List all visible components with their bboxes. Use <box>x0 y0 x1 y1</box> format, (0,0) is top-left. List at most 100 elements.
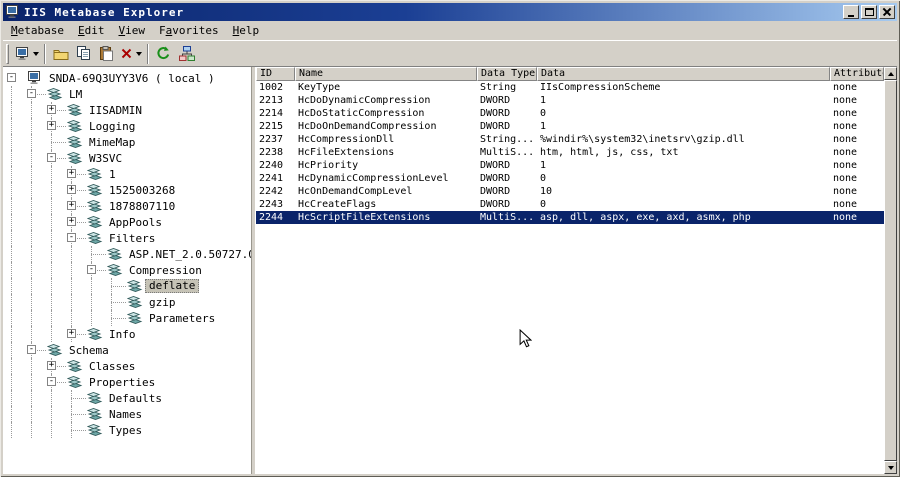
menu-item-metabase[interactable]: Metabase <box>4 22 71 39</box>
scrollbar-thumb[interactable] <box>884 80 897 461</box>
tree-item-asp-net-2-0-50727-0[interactable]: ASP.NET_2.0.50727.0 <box>3 246 251 262</box>
tree-item-1878807110[interactable]: +1878807110 <box>3 198 251 214</box>
tree-item-parameters[interactable]: Parameters <box>3 310 251 326</box>
tree-item-w3svc[interactable]: - W3SVC <box>3 150 251 166</box>
tree-guide-line <box>27 166 47 182</box>
tree-guide-line <box>47 406 67 422</box>
minus-expander-icon[interactable]: - <box>7 73 16 82</box>
plus-expander-icon[interactable]: + <box>67 185 76 194</box>
tree-item-1[interactable]: +1 <box>3 166 251 182</box>
cell-data-type: MultiS... <box>480 147 535 158</box>
cell-name: HcPriority <box>298 160 359 171</box>
tree-item-compression[interactable]: - Compression <box>3 262 251 278</box>
plus-expander-icon[interactable]: + <box>67 169 76 178</box>
titlebar[interactable]: IIS Metabase Explorer <box>3 3 897 21</box>
tree-item-defaults[interactable]: Defaults <box>3 390 251 406</box>
toolbar-gripper[interactable] <box>6 43 9 64</box>
minus-expander-icon[interactable]: - <box>47 153 56 162</box>
column-header-data[interactable]: Data <box>537 67 830 81</box>
minus-expander-icon[interactable]: - <box>47 377 56 386</box>
menu-item-help[interactable]: Help <box>226 22 267 39</box>
tree-item-apppools[interactable]: + AppPools <box>3 214 251 230</box>
tree-item-label: Logging <box>89 120 136 133</box>
delete-button[interactable] <box>118 43 144 65</box>
minus-expander-icon[interactable]: - <box>27 345 36 354</box>
tree-item-label: LM <box>69 88 83 101</box>
refresh-button[interactable] <box>152 43 175 65</box>
table-row[interactable]: 2243 HcCreateFlags DWORD 0 none <box>256 198 884 211</box>
table-row[interactable]: 2241 HcDynamicCompressionLevel DWORD 0 none <box>256 172 884 185</box>
paste-button[interactable] <box>95 43 118 65</box>
tree-item-names[interactable]: Names <box>3 406 251 422</box>
plus-expander-icon[interactable]: + <box>47 361 56 370</box>
table-row[interactable]: 1002 KeyType String IIsCompressionScheme non… <box>256 81 884 94</box>
menu-item-favorites[interactable]: Favorites <box>152 22 226 39</box>
menu-item-edit[interactable]: Edit <box>71 22 112 39</box>
table-row[interactable]: 2213 HcDoDynamicCompression DWORD 1 none <box>256 94 884 107</box>
tree-item-logging[interactable]: + Logging <box>3 118 251 134</box>
vertical-scrollbar[interactable] <box>884 67 897 474</box>
tree-guide-line <box>27 182 47 198</box>
connect-button[interactable] <box>13 43 41 65</box>
tree-connector: - <box>27 86 47 102</box>
cell-name: HcDoDynamicCompression <box>298 95 431 106</box>
tree-connector <box>47 134 67 150</box>
tree-item-schema[interactable]: - Schema <box>3 342 251 358</box>
tree-connector: - <box>47 374 67 390</box>
cell-id: 1002 <box>259 82 284 93</box>
column-header-id[interactable]: ID <box>256 67 295 81</box>
tree-item-gzip[interactable]: gzip <box>3 294 251 310</box>
tree-item-1525003268[interactable]: +1525003268 <box>3 182 251 198</box>
maximize-button[interactable] <box>861 5 877 19</box>
column-header-data-type[interactable]: Data Type <box>477 67 537 81</box>
table-row[interactable]: 2238 HcFileExtensions MultiS... htm, html, … <box>256 146 884 159</box>
cell-id: 2243 <box>259 199 284 210</box>
copy-button[interactable] <box>72 43 95 65</box>
new-key-button[interactable] <box>49 43 72 65</box>
tree-item-label: MimeMap <box>89 136 136 149</box>
tree-item-snda-69q3uyy3v6-local[interactable]: - SNDA-69Q3UYY3V6 ( local ) <box>3 70 251 86</box>
minus-expander-icon[interactable]: - <box>87 265 96 274</box>
dropdown-arrow-icon <box>33 51 39 56</box>
maximize-icon <box>864 8 874 16</box>
cell-attributes: none <box>833 82 858 93</box>
minus-expander-icon[interactable]: - <box>67 233 76 242</box>
connections-button[interactable] <box>175 43 198 65</box>
tree-guide-line <box>27 390 47 406</box>
tree-guide-line <box>27 374 47 390</box>
close-button[interactable] <box>879 5 895 19</box>
plus-expander-icon[interactable]: + <box>47 121 56 130</box>
plus-expander-icon[interactable]: + <box>67 201 76 210</box>
computer-icon <box>27 71 45 85</box>
column-header-attributes[interactable]: Attributes <box>830 67 884 81</box>
minus-expander-icon[interactable]: - <box>27 89 36 98</box>
tree-item-lm[interactable]: - LM <box>3 86 251 102</box>
tree-item-mimemap[interactable]: MimeMap <box>3 134 251 150</box>
tree-item-properties[interactable]: - Properties <box>3 374 251 390</box>
plus-expander-icon[interactable]: + <box>47 105 56 114</box>
table-row[interactable]: 2240 HcPriority DWORD 1 none <box>256 159 884 172</box>
main-area: - SNDA-69Q3UYY3V6 ( local ) - LM + IISADMIN + L… <box>3 66 897 474</box>
plus-expander-icon[interactable]: + <box>67 217 76 226</box>
table-row[interactable]: 2242 HcOnDemandCompLevel DWORD 10 none <box>256 185 884 198</box>
tree-item-classes[interactable]: + Classes <box>3 358 251 374</box>
tree-guide-line <box>7 326 27 342</box>
tree-item-info[interactable]: + Info <box>3 326 251 342</box>
table-row[interactable]: 2215 HcDoOnDemandCompression DWORD 1 none <box>256 120 884 133</box>
table-row[interactable]: 2214 HcDoStaticCompression DWORD 0 none <box>256 107 884 120</box>
scroll-up-button[interactable] <box>884 67 897 80</box>
tree-item-deflate[interactable]: deflate <box>3 278 251 294</box>
plus-expander-icon[interactable]: + <box>67 329 76 338</box>
scroll-down-button[interactable] <box>884 461 897 474</box>
tree-item-types[interactable]: Types <box>3 422 251 438</box>
menu-item-view[interactable]: View <box>111 22 152 39</box>
minimize-button[interactable] <box>843 5 859 19</box>
tree-item-iisadmin[interactable]: + IISADMIN <box>3 102 251 118</box>
tree-item-label: Parameters <box>149 312 216 325</box>
table-row[interactable]: 2244 HcScriptFileExtensions MultiS... asp, … <box>256 211 884 224</box>
column-header-name[interactable]: Name <box>295 67 477 81</box>
tree-connector: + <box>47 358 67 374</box>
table-row[interactable]: 2237 HcCompressionDll String... %windir%\sy… <box>256 133 884 146</box>
tree-item-filters[interactable]: - Filters <box>3 230 251 246</box>
tree-guide-line <box>47 310 67 326</box>
